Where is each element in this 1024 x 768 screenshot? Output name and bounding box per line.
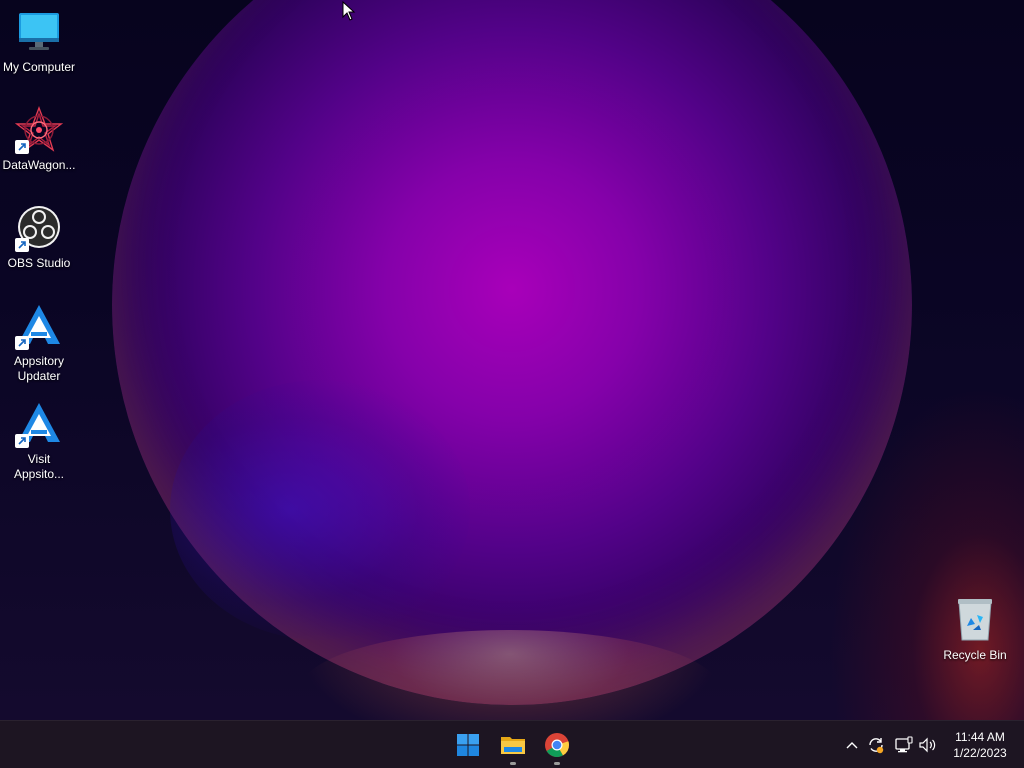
monitor-icon: [15, 8, 63, 56]
shortcut-arrow-icon: [15, 434, 29, 448]
obs-icon: [15, 204, 63, 252]
appsitory-icon: [15, 400, 63, 448]
running-indicator: [554, 762, 560, 765]
volume-icon[interactable]: [918, 735, 938, 755]
recycle-bin-icon: [951, 596, 999, 644]
desktop-icon-appsitory-updater[interactable]: Appsitory Updater: [0, 302, 78, 384]
datawagon-icon: [14, 106, 64, 154]
desktop-icon-label: DataWagon...: [2, 158, 76, 172]
running-indicator: [510, 762, 516, 765]
desktop-icon-label: Visit Appsito...: [13, 452, 65, 481]
desktop-icon-visit-appsitory[interactable]: Visit Appsito...: [0, 400, 78, 482]
network-icon[interactable]: [894, 735, 914, 755]
desktop-icon-label: My Computer: [2, 60, 76, 74]
shortcut-arrow-icon: [15, 336, 29, 350]
desktop-icon-datawagon[interactable]: DataWagon...: [0, 106, 78, 173]
shortcut-arrow-icon: [15, 140, 29, 154]
desktop-icon-label: Recycle Bin: [943, 648, 1007, 662]
folder-icon: [501, 737, 525, 754]
taskbar-chrome-button[interactable]: [541, 729, 573, 765]
desktop-background: My Computer DataWagon... OBS Studio Apps…: [0, 0, 1024, 720]
clock-time: 11:44 AM: [955, 730, 1005, 744]
taskbar-file-explorer-button[interactable]: [497, 729, 529, 765]
mouse-cursor-icon: [342, 1, 356, 21]
chevron-up-icon[interactable]: [842, 735, 862, 755]
desktop-icon-label: Appsitory Updater: [13, 354, 65, 383]
desktop-icon-my-computer[interactable]: My Computer: [0, 8, 78, 75]
shortcut-arrow-icon: [15, 238, 29, 252]
desktop-icon-obs-studio[interactable]: OBS Studio: [0, 204, 78, 271]
chrome-icon: [545, 733, 569, 758]
start-button[interactable]: [452, 729, 484, 761]
taskbar: 11:44 AM 1/22/2023: [0, 720, 1024, 768]
desktop-icon-recycle-bin[interactable]: Recycle Bin: [936, 596, 1014, 663]
clock-date: 1/22/2023: [953, 746, 1007, 760]
windows-start-icon: [457, 734, 479, 756]
update-icon[interactable]: [866, 735, 886, 755]
desktop-icon-label: OBS Studio: [7, 256, 71, 270]
taskbar-clock[interactable]: 11:44 AM 1/22/2023: [946, 729, 1014, 761]
appsitory-icon: [15, 302, 63, 350]
